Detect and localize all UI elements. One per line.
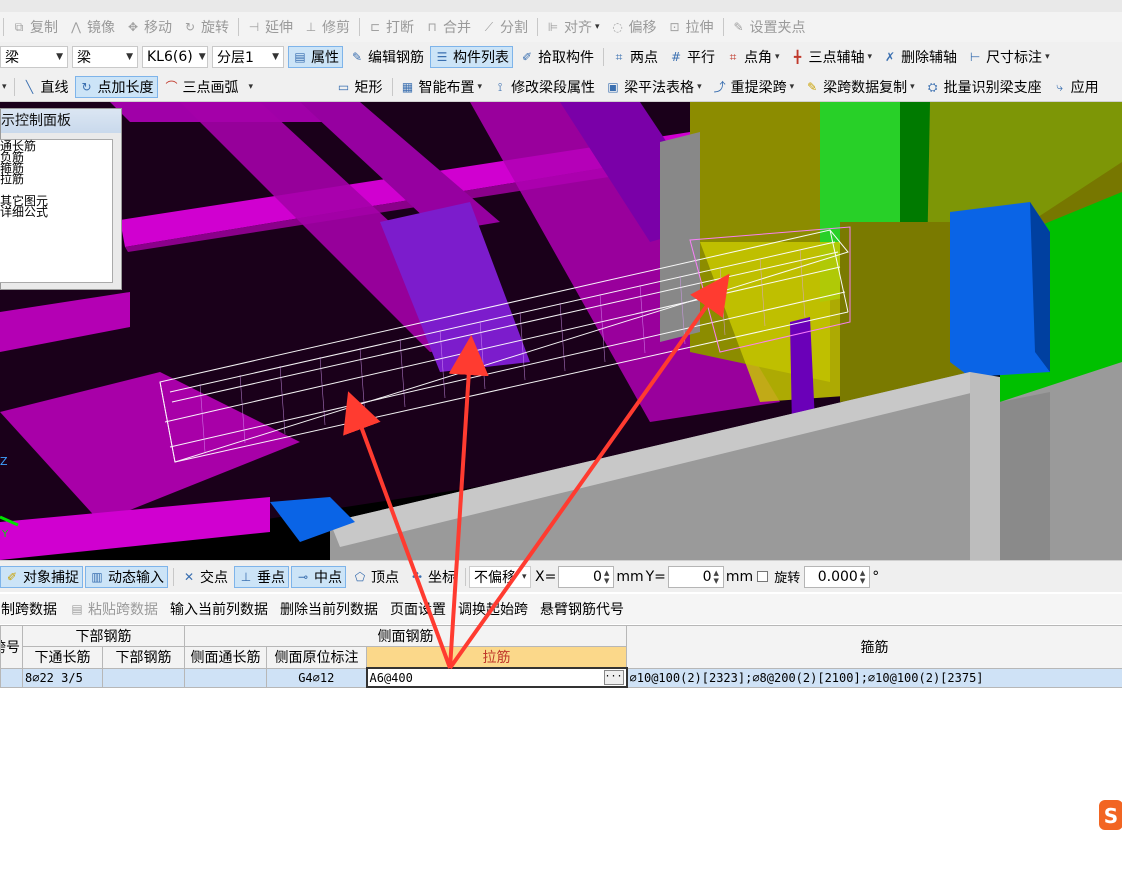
arrow-2 — [448, 335, 489, 669]
input-method-logo[interactable]: S — [1097, 798, 1122, 832]
arrow-3 — [448, 273, 730, 670]
arrow-1 — [343, 391, 452, 669]
logo-s-icon: S — [1104, 804, 1118, 828]
annotation-arrows — [343, 273, 730, 670]
